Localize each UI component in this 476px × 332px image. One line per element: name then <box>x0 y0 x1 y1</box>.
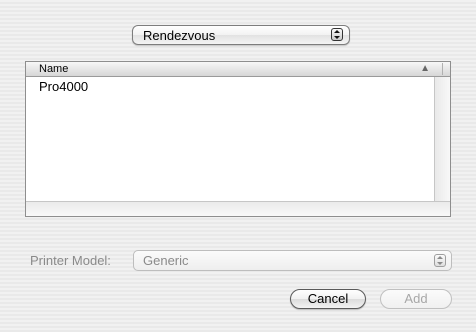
connection-type-popup[interactable]: Rendezvous <box>132 25 350 45</box>
sort-ascending-icon: ▲ <box>420 63 430 74</box>
connection-type-value: Rendezvous <box>143 28 216 43</box>
printer-model-label: Printer Model: <box>30 253 111 268</box>
list-item[interactable]: Pro4000 <box>26 77 433 94</box>
name-column-header[interactable]: Name ▲ <box>26 62 450 77</box>
vertical-scrollbar[interactable] <box>434 77 450 201</box>
horizontal-scrollbar[interactable] <box>26 201 450 216</box>
printer-model-popup[interactable]: Generic <box>133 250 452 271</box>
add-button[interactable]: Add <box>380 289 452 309</box>
name-column-label: Name <box>39 63 69 75</box>
printer-rows: Pro4000 <box>26 77 433 201</box>
printer-name: Pro4000 <box>39 79 89 94</box>
column-separator <box>442 63 443 75</box>
up-down-arrows-icon <box>331 28 343 41</box>
up-down-arrows-icon <box>434 254 446 267</box>
printer-model-value: Generic <box>143 253 189 268</box>
cancel-button[interactable]: Cancel <box>290 289 366 309</box>
printer-list[interactable]: Name ▲ Pro4000 <box>25 61 451 217</box>
